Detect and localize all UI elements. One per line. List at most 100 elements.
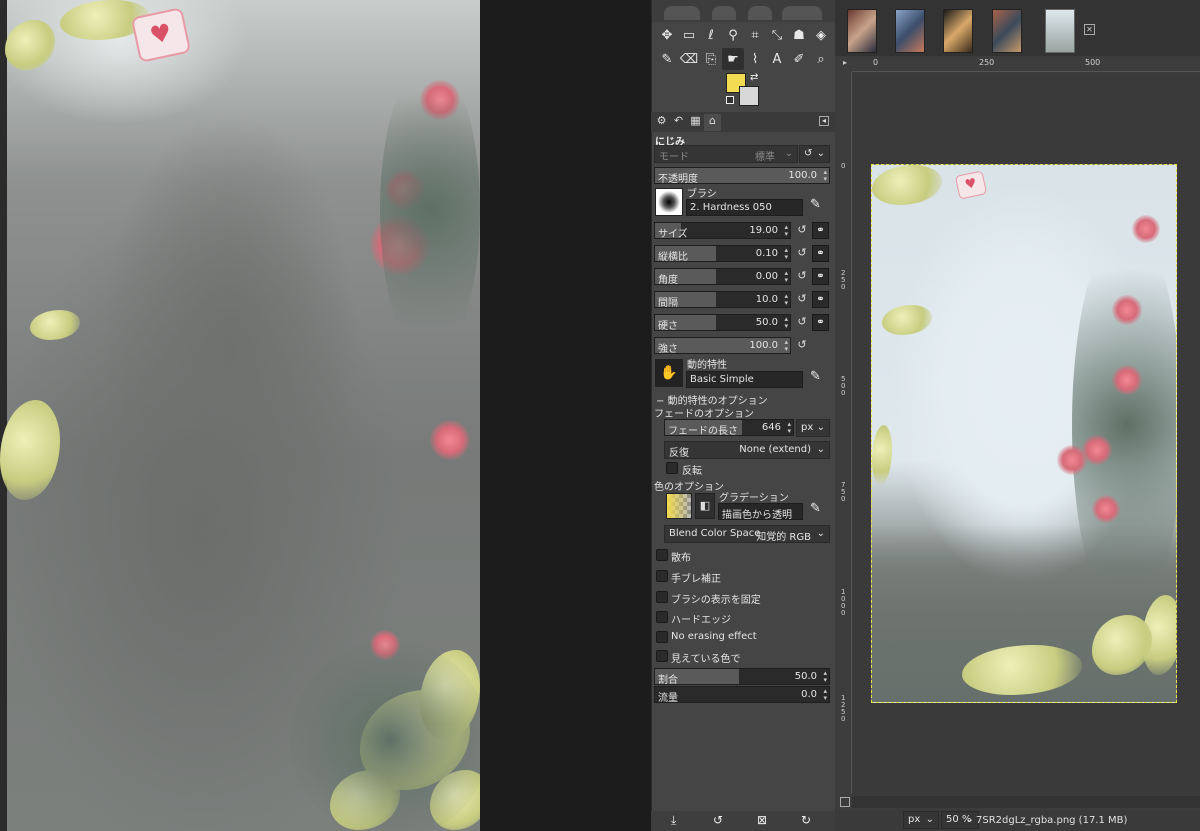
fade-length-label: フェードの長さ: [668, 426, 738, 437]
edit-gradient-icon[interactable]: ✎: [810, 501, 821, 516]
reset-icon[interactable]: ↺: [795, 246, 809, 260]
paintbrush-icon[interactable]: ✎: [656, 48, 678, 70]
workspace-gap: [480, 0, 651, 831]
scatter-checkbox[interactable]: [656, 549, 668, 561]
tab-images-icon[interactable]: ▦: [687, 114, 704, 131]
eraser-icon[interactable]: ⌫: [678, 48, 700, 70]
link-icon[interactable]: ⚭: [812, 245, 829, 262]
move-icon[interactable]: ✥: [656, 24, 678, 46]
reverse-checkbox[interactable]: [666, 462, 678, 474]
reset-icon[interactable]: ↺: [795, 223, 809, 237]
horizontal-scrollbar[interactable]: [852, 796, 1200, 808]
close-tab-icon[interactable]: ✕: [1084, 24, 1095, 35]
lock-brush-view-checkbox[interactable]: [656, 591, 668, 603]
horizontal-ruler[interactable]: [852, 58, 1200, 72]
link-icon[interactable]: ⚭: [812, 268, 829, 285]
reset-icon[interactable]: ↺: [795, 315, 809, 329]
reverse-gradient-icon[interactable]: ◧: [695, 493, 715, 519]
size-slider[interactable]: サイズ 19.00 ▴ ▾ ↺ ⚭: [654, 222, 830, 240]
wilber-strip: [652, 0, 836, 22]
rate-value: 50.0: [794, 671, 817, 682]
gradient-preview[interactable]: [666, 493, 692, 519]
angle-value: 0.00: [755, 271, 778, 282]
rate-slider[interactable]: 割合 50.0 ▴ ▾: [654, 668, 830, 686]
clone-icon[interactable]: ⎘: [700, 48, 722, 70]
link-icon[interactable]: ⚭: [812, 222, 829, 239]
navigate-icon[interactable]: [840, 797, 850, 807]
dock-tabbar: ⚙ ↶ ▦ ⌂ ◂: [651, 112, 835, 132]
text-icon[interactable]: A: [766, 48, 788, 70]
document-canvas[interactable]: ♥: [871, 164, 1177, 703]
smooth-stroke-checkbox[interactable]: [656, 570, 668, 582]
swap-colors-icon[interactable]: ⇄: [750, 72, 758, 83]
vertical-ruler[interactable]: [838, 72, 852, 794]
rect-select-icon[interactable]: ▭: [678, 24, 700, 46]
reset-icon[interactable]: ↺: [795, 338, 809, 352]
aspect-value: 0.10: [755, 248, 778, 259]
fade-unit-select[interactable]: px ⌄: [796, 419, 830, 437]
spin-icon: ▴ ▾: [784, 269, 788, 284]
hardness-slider[interactable]: 硬さ 50.0 ▴ ▾ ↺ ⚭: [654, 314, 830, 332]
quick-mask-icon[interactable]: ▸: [838, 58, 852, 72]
reset-icon[interactable]: ↺: [795, 292, 809, 306]
brush-name-field[interactable]: 2. Hardness 050: [686, 199, 803, 216]
mode-reset-combo[interactable]: ↺ ⌄: [799, 145, 830, 163]
blend-space-select[interactable]: Blend Color Space 知覚的 RGB ⌄: [664, 525, 830, 543]
hard-edge-checkbox[interactable]: [656, 611, 668, 623]
spacing-value: 10.0: [755, 294, 778, 305]
force-value: 100.0: [749, 340, 778, 351]
image-tab-thumbnail-active[interactable]: [1045, 9, 1075, 53]
gradient-name-field[interactable]: 描画色から透明: [718, 503, 803, 521]
image-tab-thumbnail[interactable]: [895, 9, 925, 53]
restore-preset-icon[interactable]: ↺: [713, 813, 723, 827]
save-preset-icon[interactable]: ⤓: [671, 813, 676, 828]
tab-tool-options-icon[interactable]: ⚙: [653, 114, 670, 131]
heart-sticker-small: ♥: [954, 170, 988, 200]
reset-options-icon[interactable]: ↻: [801, 813, 811, 827]
link-icon[interactable]: ⚭: [812, 314, 829, 331]
crop-icon[interactable]: ⌗: [744, 24, 766, 46]
dock-menu-icon[interactable]: ◂: [819, 116, 829, 126]
main-canvas[interactable]: ♥: [0, 0, 480, 831]
tab-device-status-icon[interactable]: ⌂: [704, 114, 721, 131]
zoom-select[interactable]: 50 % ⌄: [941, 811, 979, 829]
spacing-slider[interactable]: 間隔 10.0 ▴ ▾ ↺ ⚭: [654, 291, 830, 309]
brush-preview[interactable]: [655, 188, 683, 216]
reset-icon[interactable]: ↺: [795, 269, 809, 283]
mode-select[interactable]: モード 標準 ⌄: [654, 145, 798, 163]
link-icon[interactable]: ⚭: [812, 291, 829, 308]
unit-select[interactable]: px ⌄: [903, 811, 939, 829]
paths-icon[interactable]: ⌇: [744, 48, 766, 70]
no-erasing-checkbox[interactable]: [656, 631, 668, 643]
edit-brush-icon[interactable]: ✎: [810, 197, 821, 212]
edit-dynamics-icon[interactable]: ✎: [810, 369, 821, 384]
fuzzy-select-icon[interactable]: ⚲: [722, 24, 744, 46]
sample-merged-checkbox[interactable]: [656, 650, 668, 662]
dynamics-name-field[interactable]: Basic Simple: [686, 371, 803, 388]
image-tab-thumbnail[interactable]: [992, 9, 1022, 53]
image-tab-thumbnail[interactable]: [943, 9, 973, 53]
unified-transform-icon[interactable]: ⤡: [766, 24, 788, 46]
lasso-icon[interactable]: ℓ: [700, 24, 722, 46]
force-slider[interactable]: 強さ 100.0 ▴ ▾ ↺: [654, 337, 830, 355]
flow-slider[interactable]: 流量 0.0 ▴ ▾: [654, 686, 830, 704]
dynamics-icon[interactable]: ✋: [655, 359, 683, 387]
lock-brush-view-label: ブラシの表示を固定: [671, 595, 761, 606]
repeat-select[interactable]: 反復 None (extend) ⌄: [664, 441, 830, 459]
opacity-slider[interactable]: 不透明度 100.0 ▴ ▾: [654, 167, 830, 185]
tab-undo-history-icon[interactable]: ↶: [670, 114, 687, 131]
background-color-swatch[interactable]: [739, 86, 759, 106]
delete-preset-icon[interactable]: ⊠: [757, 813, 767, 827]
color-picker-icon[interactable]: ✐: [788, 48, 810, 70]
angle-slider[interactable]: 角度 0.00 ▴ ▾ ↺ ⚭: [654, 268, 830, 286]
warp-icon[interactable]: ☗: [788, 24, 810, 46]
image-tab-thumbnail[interactable]: [847, 9, 877, 53]
aspect-slider[interactable]: 縦横比 0.10 ▴ ▾ ↺ ⚭: [654, 245, 830, 263]
heart-sticker: ♥: [130, 7, 192, 63]
smudge-icon[interactable]: ☛: [722, 48, 744, 70]
ruler-label: 1250: [841, 694, 846, 723]
aspect-label: 縦横比: [658, 252, 688, 263]
bucket-fill-icon[interactable]: ◈: [810, 24, 832, 46]
zoom-icon[interactable]: ⌕: [810, 48, 832, 70]
default-colors-icon[interactable]: [726, 96, 734, 104]
